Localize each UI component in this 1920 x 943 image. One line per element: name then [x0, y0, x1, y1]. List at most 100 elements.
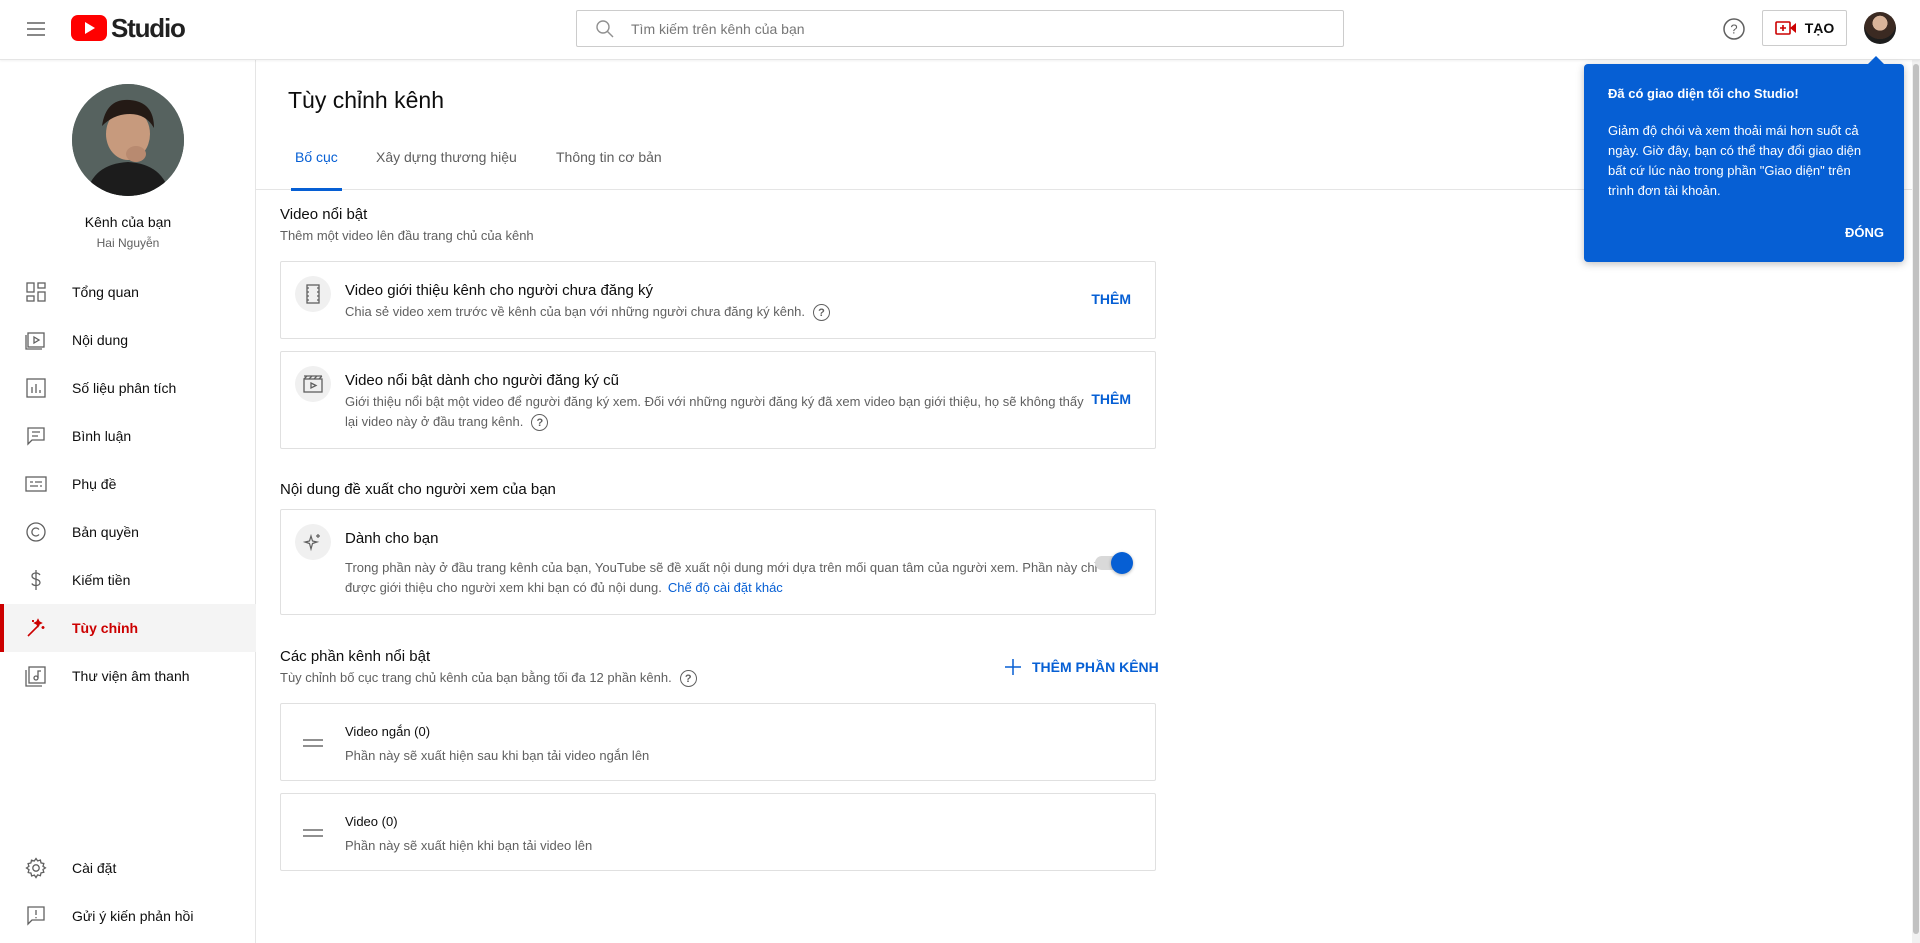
tooltip-body: Giảm độ chói và xem thoải mái hơn suốt c… — [1608, 123, 1862, 198]
create-video-icon — [1774, 21, 1796, 35]
sidebar-item-label: Kiếm tiền — [72, 572, 131, 588]
featured-video-description: Thêm một video lên đầu trang chủ của kên… — [280, 228, 534, 243]
help-icon[interactable]: ? — [531, 414, 549, 432]
sidebar-item-label: Bình luận — [72, 428, 132, 444]
subtitles-icon — [25, 476, 47, 492]
scrollbar-thumb[interactable] — [1913, 64, 1919, 934]
account-avatar[interactable] — [1864, 12, 1896, 44]
sidebar-item-label: Thư viện âm thanh — [72, 668, 190, 684]
dark-theme-tooltip: Đã có giao diện tối cho Studio! Giảm độ … — [1584, 56, 1904, 262]
channel-trailer-card: Video giới thiệu kênh cho người chưa đăn… — [280, 261, 1156, 339]
hamburger-menu-icon[interactable] — [24, 17, 48, 41]
page-scrollbar[interactable] — [1912, 60, 1920, 943]
page-title: Tùy chỉnh kênh — [288, 87, 444, 113]
sidebar-item-label: Nội dung — [72, 332, 129, 348]
featured-video-card: Video nổi bật dành cho người đăng ký cũ … — [280, 351, 1156, 449]
search-box[interactable] — [576, 10, 1344, 47]
tooltip-title: Đã có giao diện tối cho Studio! — [1608, 86, 1799, 101]
for-you-desc-line1: Trong phần này ở đầu trang kênh của bạn,… — [345, 560, 1098, 575]
shorts-title-text: Video ngắn — [345, 724, 411, 739]
featured-sections-description: Tùy chỉnh bố cục trang chủ kênh của bạn … — [280, 670, 697, 688]
sidebar: Kênh của bạn Hai Nguyễn Tổng quan Nội du… — [0, 60, 256, 943]
featured-card-title: Video nổi bật dành cho người đăng ký cũ — [345, 372, 619, 389]
content-icon — [25, 332, 45, 350]
channel-photo — [72, 84, 184, 196]
sidebar-item-feedback[interactable]: Gửi ý kiến phản hồi — [0, 892, 256, 940]
featured-card-description: Giới thiệu nổi bật một video để người đă… — [345, 392, 1085, 432]
videos-count: (0) — [381, 814, 398, 829]
for-you-toggle[interactable] — [1095, 550, 1133, 576]
for-you-title: Dành cho bạn — [345, 530, 439, 547]
dashboard-icon — [26, 282, 46, 302]
for-you-icon-wrap — [295, 524, 331, 560]
sidebar-item-label: Phụ đề — [72, 476, 117, 492]
sidebar-item-earn[interactable]: Kiếm tiền — [0, 556, 256, 604]
create-label: TẠO — [1804, 20, 1835, 36]
search-icon — [596, 19, 614, 37]
for-you-desc-line2: được giới thiệu cho người xem khi bạn có… — [345, 580, 662, 595]
featured-icon-wrap — [295, 366, 331, 402]
tab-layout[interactable]: Bố cục — [291, 140, 342, 191]
magic-wand-icon — [27, 618, 45, 637]
featured-desc-line1: Giới thiệu nổi bật một video để người đă… — [345, 394, 1084, 409]
sidebar-item-settings[interactable]: Cài đặt — [0, 844, 256, 892]
more-settings-link[interactable]: Chế độ cài đặt khác — [668, 580, 783, 595]
clapperboard-icon — [303, 375, 323, 393]
add-trailer-button[interactable]: THÊM — [1091, 291, 1131, 307]
sidebar-item-dashboard[interactable]: Tổng quan — [0, 268, 256, 316]
drag-handle-icon[interactable] — [303, 737, 323, 749]
shorts-section-card: Video ngắn (0) Phần này sẽ xuất hiện sau… — [280, 703, 1156, 781]
videos-section-title: Video (0) — [345, 814, 398, 829]
sidebar-item-label: Bản quyền — [72, 524, 139, 540]
featured-sections-desc-text: Tùy chỉnh bố cục trang chủ kênh của bạn … — [280, 670, 672, 685]
youtube-logo-icon — [71, 15, 107, 41]
featured-video-heading: Video nổi bật — [280, 206, 368, 223]
drag-handle-icon[interactable] — [303, 827, 323, 839]
trailer-card-description: Chia sẻ video xem trước về kênh của bạn … — [345, 302, 1085, 322]
tab-branding[interactable]: Xây dựng thương hiệu — [372, 140, 521, 190]
help-icon[interactable]: ? — [679, 670, 697, 688]
create-button[interactable]: TẠO — [1762, 10, 1847, 46]
featured-desc-line2: lại video này ở đầu trang kênh. — [345, 414, 524, 429]
add-section-button[interactable]: THÊM PHẦN KÊNH — [1004, 658, 1159, 676]
channel-avatar[interactable] — [72, 84, 184, 196]
sidebar-item-label: Số liệu phân tích — [72, 380, 177, 396]
tab-basic-info[interactable]: Thông tin cơ bản — [552, 140, 666, 190]
copyright-icon — [26, 522, 46, 542]
shorts-count: (0) — [414, 724, 431, 739]
shorts-section-description: Phần này sẽ xuất hiện sau khi bạn tải vi… — [345, 748, 650, 763]
for-you-card: Dành cho bạn Trong phần này ở đầu trang … — [280, 509, 1156, 615]
help-icon[interactable]: ? — [813, 304, 831, 322]
sidebar-item-comments[interactable]: Bình luận — [0, 412, 256, 460]
top-bar: Studio ? TẠO — [0, 0, 1920, 60]
sparkle-icon — [303, 533, 320, 552]
channel-title[interactable]: Kênh của bạn — [0, 214, 256, 230]
sidebar-item-content[interactable]: Nội dung — [0, 316, 256, 364]
youtube-studio-logo[interactable]: Studio — [71, 13, 186, 43]
trailer-desc-text: Chia sẻ video xem trước về kênh của bạn … — [345, 304, 806, 319]
for-you-description: Trong phần này ở đầu trang kênh của bạn,… — [345, 558, 1105, 598]
featured-sections-heading: Các phần kênh nổi bật — [280, 648, 431, 665]
comments-icon — [27, 427, 45, 446]
sidebar-item-audio-library[interactable]: Thư viện âm thanh — [0, 652, 256, 700]
sidebar-item-analytics[interactable]: Số liệu phân tích — [0, 364, 256, 412]
sidebar-item-subtitles[interactable]: Phụ đề — [0, 460, 256, 508]
analytics-icon — [26, 378, 46, 398]
videos-title-text: Video — [345, 814, 379, 829]
help-icon[interactable]: ? — [1721, 16, 1747, 42]
sidebar-item-customization[interactable]: Tùy chỉnh — [0, 604, 256, 652]
feedback-icon — [27, 906, 45, 926]
channel-owner-name: Hai Nguyễn — [96, 236, 160, 250]
add-section-label: THÊM PHẦN KÊNH — [1032, 659, 1159, 675]
search-input[interactable] — [631, 20, 1311, 37]
toggle-knob — [1111, 552, 1133, 574]
sidebar-item-copyright[interactable]: Bản quyền — [0, 508, 256, 556]
sidebar-item-label: Cài đặt — [72, 860, 117, 876]
sidebar-item-label: Tùy chỉnh — [72, 620, 139, 636]
dollar-icon — [31, 570, 41, 590]
videos-section-card: Video (0) Phần này sẽ xuất hiện khi bạn … — [280, 793, 1156, 871]
svg-text:?: ? — [1730, 22, 1737, 37]
tooltip-close-button[interactable]: ĐÓNG — [1845, 225, 1884, 240]
sidebar-item-label: Tổng quan — [72, 284, 139, 300]
add-featured-button[interactable]: THÊM — [1091, 391, 1131, 407]
